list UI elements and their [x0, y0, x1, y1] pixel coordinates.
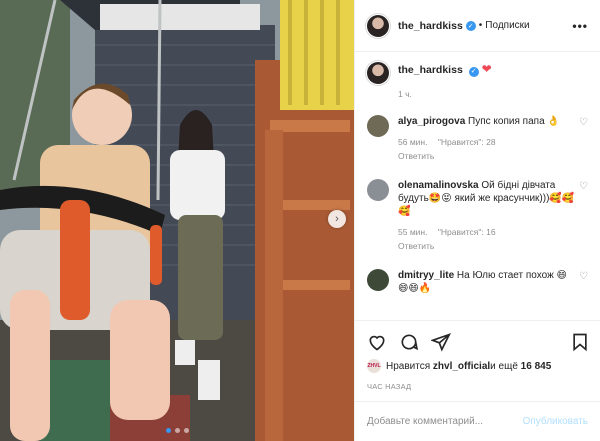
comment-text: Пупс копия папа 👌 — [468, 116, 560, 127]
carousel-dot — [165, 428, 171, 433]
post-modal: › the_hardkiss ✓ • Подписки ••• the_hard… — [0, 0, 600, 441]
likes-count[interactable]: 16 845 — [521, 361, 552, 372]
heart-icon[interactable] — [367, 332, 387, 352]
comment-like-heart-icon[interactable]: ♡ — [576, 179, 588, 192]
chevron-right-icon: › — [335, 213, 339, 225]
comment-time[interactable]: 55 мин. — [398, 227, 427, 237]
likes-prefix: Нравится — [386, 360, 431, 372]
author-username[interactable]: the_hardkiss — [398, 20, 463, 32]
caption-username[interactable]: the_hardkiss — [398, 64, 463, 76]
commenter-avatar[interactable] — [367, 115, 389, 137]
bookmark-icon[interactable] — [570, 332, 590, 352]
verified-icon: ✓ — [465, 20, 476, 31]
caption-text: ❤ — [481, 62, 492, 76]
commenter-avatar[interactable] — [367, 179, 389, 201]
author-avatar[interactable] — [367, 14, 389, 37]
comment-item: alya_pirogova Пупс копия папа 👌 56 мин. … — [367, 115, 588, 163]
carousel-indicators — [0, 428, 354, 433]
comment-username[interactable]: dmitryy_lite — [398, 270, 454, 281]
reply-button[interactable]: Ответить — [398, 240, 568, 253]
post-photo[interactable]: › — [0, 0, 354, 441]
caption: the_hardkiss ✓ ❤ 1 ч. — [367, 62, 588, 99]
comment-username[interactable]: olenamalinovska — [398, 180, 479, 191]
comment-likes[interactable]: "Нравится": 28 — [438, 137, 496, 147]
comment-username[interactable]: alya_pirogova — [398, 116, 465, 127]
post-time[interactable]: ЧАС НАЗАД — [367, 382, 590, 391]
post-side-panel: the_hardkiss ✓ • Подписки ••• the_hardki… — [354, 0, 600, 441]
carousel-dot — [183, 428, 189, 433]
likes-middle: и ещё — [490, 360, 518, 372]
comment-input[interactable] — [367, 416, 523, 427]
action-icons — [367, 329, 590, 355]
separator: • — [478, 20, 483, 31]
comments-list[interactable]: the_hardkiss ✓ ❤ 1 ч. alya_pirogova Пупс… — [355, 52, 600, 320]
next-photo-button[interactable]: › — [328, 210, 346, 228]
more-options-icon[interactable]: ••• — [572, 19, 588, 33]
caption-time[interactable]: 1 ч. — [398, 89, 588, 99]
author-avatar[interactable] — [367, 62, 389, 84]
comment-like-heart-icon[interactable]: ♡ — [576, 115, 588, 128]
verified-icon: ✓ — [468, 67, 479, 77]
reply-button[interactable]: Ответить — [398, 150, 568, 163]
comment-time[interactable]: 56 мин. — [398, 137, 427, 147]
photo-illustration — [0, 0, 354, 441]
comment-likes[interactable]: "Нравится": 16 — [438, 227, 496, 237]
following-button[interactable]: Подписки — [485, 20, 529, 31]
liker-avatar[interactable]: ZHVL — [367, 359, 381, 373]
post-header: the_hardkiss ✓ • Подписки ••• — [355, 0, 600, 52]
commenter-avatar[interactable] — [367, 269, 389, 291]
comment-icon[interactable] — [399, 332, 419, 352]
liker-username[interactable]: zhvl_official — [433, 361, 490, 372]
comment-item: dmitryy_lite На Юлю стает похож 😄😄😄🔥 ♡ — [367, 269, 588, 295]
add-comment-bar: Опубликовать — [355, 401, 600, 441]
carousel-dot — [174, 428, 180, 433]
comment-like-heart-icon[interactable]: ♡ — [576, 269, 588, 282]
likes-summary: ZHVL Нравится zhvl_official и ещё 16 845 — [367, 359, 590, 373]
post-actions: ZHVL Нравится zhvl_official и ещё 16 845… — [355, 320, 600, 391]
publish-button[interactable]: Опубликовать — [523, 416, 588, 427]
share-icon[interactable] — [431, 332, 451, 352]
comment-item: olenamalinovska Ой бідні дівчата будуть🤩… — [367, 179, 588, 253]
